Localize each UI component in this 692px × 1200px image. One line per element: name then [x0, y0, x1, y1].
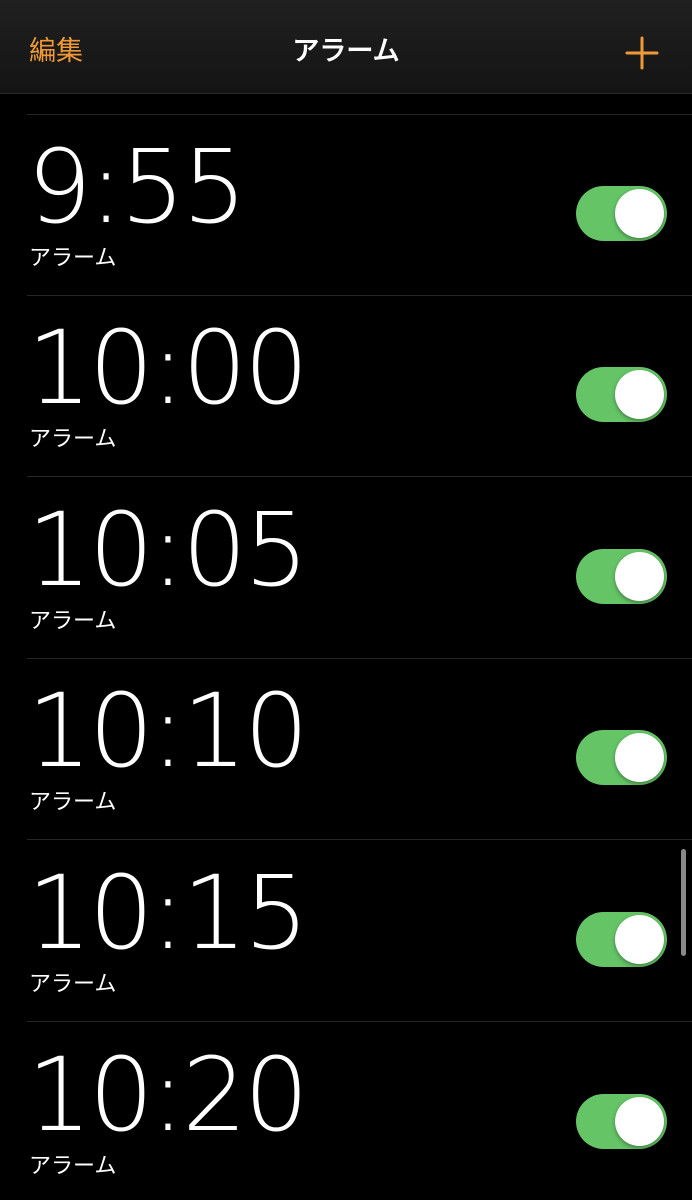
row-divider	[27, 476, 692, 477]
alarm-toggle[interactable]	[576, 730, 667, 785]
alarm-time: 10:15	[27, 854, 309, 973]
toggle-knob	[615, 552, 664, 601]
alarm-time: 10:05	[27, 491, 309, 610]
row-divider	[27, 839, 692, 840]
alarm-toggle[interactable]	[576, 1094, 667, 1149]
scroll-indicator[interactable]	[681, 849, 686, 956]
alarm-row[interactable]: 10:05 アラーム	[0, 478, 692, 659]
toggle-knob	[615, 189, 664, 238]
alarm-time: 10:10	[27, 672, 309, 791]
toggle-knob	[615, 915, 664, 964]
alarm-label: アラーム	[29, 790, 117, 815]
navigation-bar: 編集 アラーム	[0, 0, 692, 94]
alarm-label: アラーム	[29, 427, 117, 452]
alarm-time: 9:55	[27, 128, 247, 247]
page-title: アラーム	[292, 36, 400, 67]
alarm-row[interactable]: 10:10 アラーム	[0, 659, 692, 840]
alarm-label: アラーム	[29, 972, 117, 997]
toggle-knob	[615, 1097, 664, 1146]
alarm-label: アラーム	[29, 1154, 117, 1179]
alarm-time: 10:00	[27, 309, 309, 428]
alarm-toggle[interactable]	[576, 549, 667, 604]
alarm-label: アラーム	[29, 609, 117, 634]
toggle-knob	[615, 733, 664, 782]
alarm-list[interactable]: 9:55 アラーム 10:00 アラーム 10:05 アラーム 10:10 アラ…	[0, 93, 692, 1200]
alarm-toggle[interactable]	[576, 367, 667, 422]
alarm-row[interactable]: 10:00 アラーム	[0, 296, 692, 477]
alarm-toggle[interactable]	[576, 912, 667, 967]
row-divider	[27, 1021, 692, 1022]
plus-icon	[625, 36, 659, 70]
alarm-toggle[interactable]	[576, 186, 667, 241]
toggle-knob	[615, 370, 664, 419]
alarm-time: 10:20	[27, 1036, 309, 1155]
alarm-label: アラーム	[29, 246, 117, 271]
add-alarm-button[interactable]	[625, 36, 659, 70]
alarm-row[interactable]: 10:20 アラーム	[0, 1023, 692, 1200]
alarm-row[interactable]: 10:15 アラーム	[0, 841, 692, 1022]
alarm-row[interactable]: 9:55 アラーム	[0, 115, 692, 296]
